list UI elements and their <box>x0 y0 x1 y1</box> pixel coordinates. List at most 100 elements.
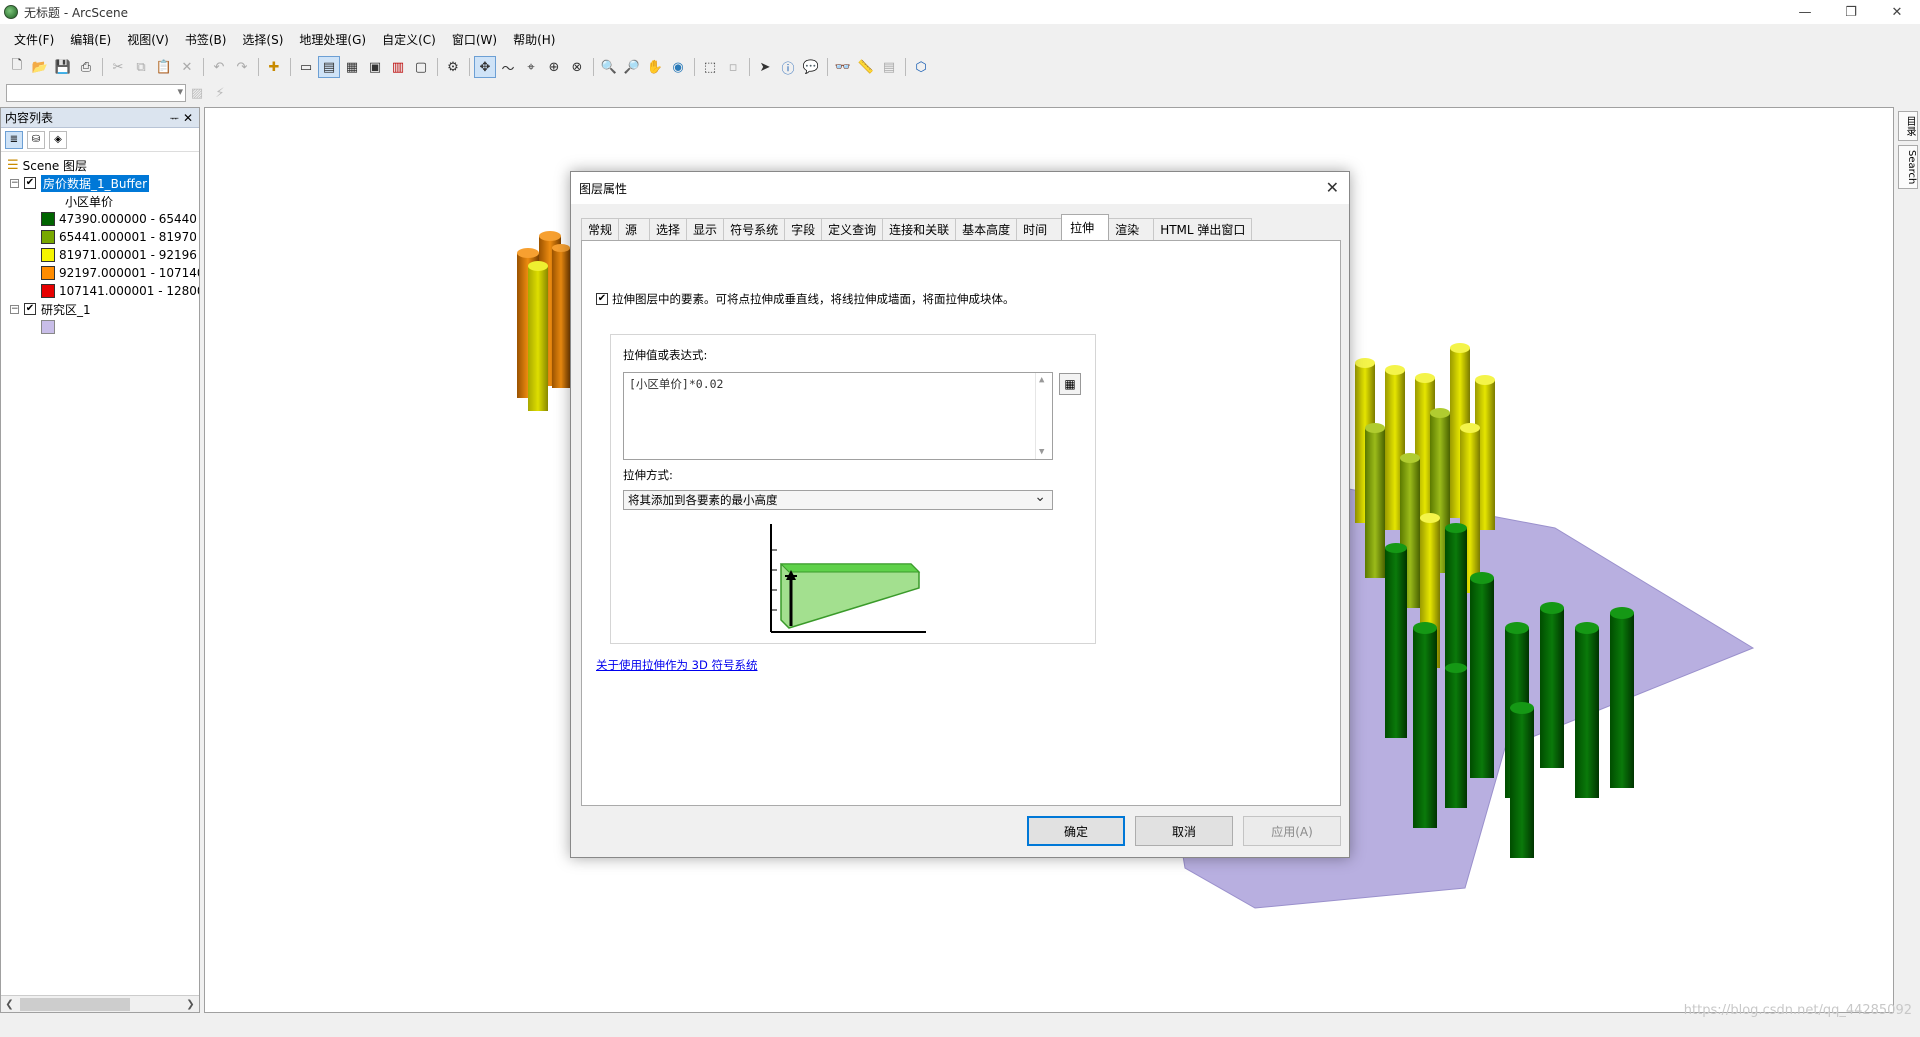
extrusion-help-link[interactable]: 关于使用拉伸作为 3D 符号系统 <box>596 657 757 673</box>
save-icon[interactable]: 💾 <box>52 56 74 78</box>
list-by-visibility-icon[interactable]: ◈ <box>49 130 67 149</box>
close-window-button[interactable]: ✕ <box>1874 0 1920 24</box>
tab-definition-query[interactable]: 定义查询 <box>821 218 884 240</box>
menu-customize[interactable]: 自定义(C) <box>374 31 444 48</box>
copy-icon[interactable]: ⧉ <box>130 56 152 78</box>
find-binoculars-icon[interactable]: 👓 <box>832 56 854 78</box>
tab-symbology[interactable]: 符号系统 <box>723 218 786 240</box>
menu-help[interactable]: 帮助(H) <box>505 31 563 48</box>
tab-base-heights[interactable]: 基本高度 <box>955 218 1018 240</box>
layer-visibility-checkbox[interactable]: ✔ <box>24 177 36 189</box>
scroll-right-icon[interactable]: ❯ <box>182 999 199 1010</box>
legend-class-row[interactable]: 81971.000001 - 92196 <box>41 246 197 264</box>
list-by-source-icon[interactable]: ⛁ <box>27 130 45 149</box>
3d-analyst-icon[interactable]: ⬡ <box>910 56 932 78</box>
close-toc-icon[interactable]: ✕ <box>183 111 193 125</box>
menu-selection[interactable]: 选择(S) <box>234 31 291 48</box>
tab-rendering[interactable]: 渲染 <box>1108 218 1155 240</box>
scroll-up-icon[interactable]: ▲ <box>1039 375 1044 385</box>
scroll-thumb[interactable] <box>20 997 130 1011</box>
navigate-tool-icon[interactable]: ✥ <box>474 56 496 78</box>
html-popup-icon[interactable]: 💬 <box>800 56 822 78</box>
paste-icon[interactable]: 📋 <box>153 56 175 78</box>
extrude-features-option[interactable]: ✔ 拉伸图层中的要素。可将点拉伸成垂直线，将线拉伸成墙面，将面拉伸成块体。 <box>596 291 1015 307</box>
scroll-left-icon[interactable]: ❮ <box>1 999 18 1010</box>
layer-name[interactable]: 研究区_1 <box>41 301 91 318</box>
add-data-icon[interactable]: ✚ <box>263 56 285 78</box>
scene-window-icon[interactable]: ▭ <box>295 56 317 78</box>
ok-button[interactable]: 确定 <box>1027 816 1125 846</box>
set-observer-icon[interactable]: ⊗ <box>566 56 588 78</box>
list-by-drawing-order-icon[interactable]: ≣ <box>5 130 23 149</box>
model-builder-icon[interactable]: ⚙ <box>442 56 464 78</box>
extrude-tool-icon[interactable]: ▨ <box>186 82 208 104</box>
collapse-icon[interactable]: − <box>10 178 19 188</box>
shading-tool-icon[interactable]: ⚡ <box>209 82 231 104</box>
expression-scrollbar[interactable]: ▲ ▼ <box>1035 373 1052 459</box>
apply-button[interactable]: 应用(A) <box>1243 816 1341 846</box>
undo-icon[interactable]: ↶ <box>208 56 230 78</box>
extrude-checkbox[interactable]: ✔ <box>596 293 608 305</box>
new-document-icon[interactable]: 🗋 <box>6 56 28 78</box>
delete-icon[interactable]: ✕ <box>176 56 198 78</box>
menu-edit[interactable]: 编辑(E) <box>62 31 119 48</box>
fly-tool-icon[interactable]: 〜 <box>497 56 519 78</box>
menu-view[interactable]: 视图(V) <box>119 31 177 48</box>
redo-icon[interactable]: ↷ <box>231 56 253 78</box>
arctoolbox-icon[interactable]: ▥ <box>387 56 409 78</box>
tab-time[interactable]: 时间 <box>1016 218 1063 240</box>
tab-source[interactable]: 源 <box>618 218 651 240</box>
layer-dropdown[interactable] <box>6 84 186 102</box>
toc-horizontal-scrollbar[interactable]: ❮ ❯ <box>1 995 199 1012</box>
search-window-icon[interactable]: ▣ <box>364 56 386 78</box>
catalog-window-icon[interactable]: ▦ <box>341 56 363 78</box>
menu-windows[interactable]: 窗口(W) <box>444 31 505 48</box>
scene-layers-node[interactable]: ☰ Scene 图层 <box>7 156 87 174</box>
tab-html-popup[interactable]: HTML 弹出窗口 <box>1153 218 1253 240</box>
restore-button[interactable]: ❐ <box>1828 0 1874 24</box>
toc-window-icon[interactable]: ▤ <box>318 56 340 78</box>
menu-file[interactable]: 文件(F) <box>6 31 62 48</box>
open-folder-icon[interactable]: 📂 <box>29 56 51 78</box>
legend-class-row[interactable]: 47390.000000 - 65440 <box>41 210 197 228</box>
extrusion-expression-field[interactable]: [小区单价]*0.02 ▲ ▼ <box>623 372 1053 460</box>
expression-builder-calculator-icon[interactable]: ▦ <box>1059 373 1081 395</box>
layer-study-area[interactable]: − ✔ 研究区_1 <box>10 300 91 318</box>
tab-joins-relates[interactable]: 连接和关联 <box>882 218 957 240</box>
print-icon[interactable]: ⎙ <box>75 56 97 78</box>
zoom-to-target-icon[interactable]: ⊕ <box>543 56 565 78</box>
legend-class-row[interactable]: 65441.000001 - 81970 <box>41 228 197 246</box>
layer-name[interactable]: 房价数据_1_Buffer <box>41 174 150 192</box>
catalog-dock-tab[interactable]: 目录 <box>1898 111 1918 141</box>
clear-selection-icon[interactable]: ▫ <box>722 56 744 78</box>
target-center-icon[interactable]: ⌖ <box>520 56 542 78</box>
pan-hand-icon[interactable]: ✋ <box>644 56 666 78</box>
zoom-out-icon[interactable]: 🔎 <box>621 56 643 78</box>
search-dock-tab[interactable]: Search <box>1898 145 1918 190</box>
menu-bookmarks[interactable]: 书签(B) <box>177 31 235 48</box>
legend-class-row[interactable]: 107141.000001 - 128000 <box>41 282 199 300</box>
layer-house-price[interactable]: − ✔ 房价数据_1_Buffer <box>10 174 150 192</box>
layer-visibility-checkbox[interactable]: ✔ <box>24 303 36 315</box>
zoom-in-icon[interactable]: 🔍 <box>598 56 620 78</box>
tab-display[interactable]: 显示 <box>686 218 725 240</box>
identify-icon[interactable]: ⓘ <box>777 56 799 78</box>
collapse-icon[interactable]: − <box>10 304 19 314</box>
pin-icon[interactable]: ᅲ <box>170 110 179 125</box>
legend-class-row[interactable] <box>41 318 59 336</box>
tab-general[interactable]: 常规 <box>581 218 620 240</box>
animation-icon[interactable]: ▤ <box>878 56 900 78</box>
command-line-icon[interactable]: ▢ <box>410 56 432 78</box>
legend-class-row[interactable]: 92197.000001 - 107140 <box>41 264 199 282</box>
select-features-icon[interactable]: ⬚ <box>699 56 721 78</box>
dialog-close-icon[interactable]: ✕ <box>1326 178 1339 197</box>
cut-icon[interactable]: ✂ <box>107 56 129 78</box>
measure-icon[interactable]: 📏 <box>855 56 877 78</box>
select-elements-arrow-icon[interactable]: ➤ <box>754 56 776 78</box>
cancel-button[interactable]: 取消 <box>1135 816 1233 846</box>
full-extent-globe-icon[interactable]: ◉ <box>667 56 689 78</box>
extrusion-method-select[interactable]: 将其添加到各要素的最小高度 <box>623 489 1053 510</box>
tab-selection[interactable]: 选择 <box>649 218 688 240</box>
minimize-button[interactable]: — <box>1782 0 1828 24</box>
tab-extrusion[interactable]: 拉伸 <box>1061 214 1110 240</box>
